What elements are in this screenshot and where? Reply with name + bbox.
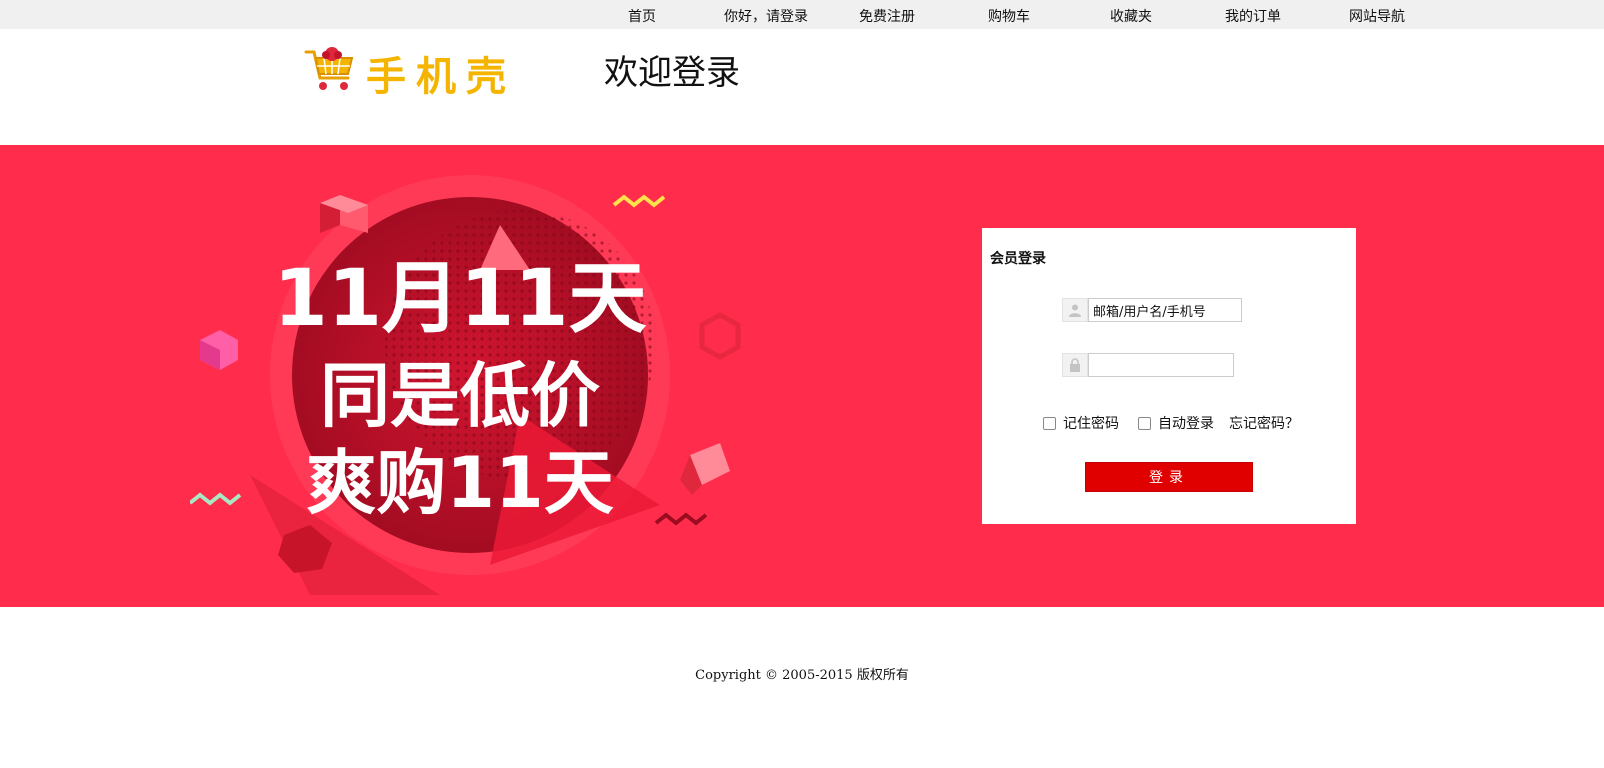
password-field[interactable] <box>1088 353 1234 377</box>
banner-line1: 11月11天 <box>273 254 646 344</box>
nav-favorites-link[interactable]: 收藏夹 <box>1110 6 1152 26</box>
username-field[interactable] <box>1088 298 1242 322</box>
footer-copyright: Copyright © 2005-2015 版权所有 <box>695 668 909 683</box>
auto-login-label: 自动登录 <box>1158 416 1214 432</box>
user-icon <box>1062 298 1088 322</box>
login-button[interactable]: 登录 <box>1085 462 1253 492</box>
banner-line2: 同是低价 <box>320 355 600 437</box>
username-input[interactable] <box>1089 299 1241 321</box>
site-logo[interactable]: 手机壳 <box>304 42 524 100</box>
promo-banner: 11月11天 同是低价 爽购11天 <box>0 145 1604 607</box>
top-bar: 首页 你好，请登录 免费注册 购物车 收藏夹 我的订单 网站导航 <box>0 0 1604 29</box>
login-title: 会员登录 <box>990 251 1046 267</box>
nav-home-link[interactable]: 首页 <box>628 6 656 26</box>
nav-register-link[interactable]: 免费注册 <box>859 6 915 26</box>
remember-label: 记住密码 <box>1063 416 1119 432</box>
shopping-cart-icon <box>304 47 354 90</box>
nav-orders-link[interactable]: 我的订单 <box>1225 6 1281 26</box>
auto-login-checkbox[interactable]: 自动登录 <box>1138 413 1214 433</box>
banner-line3: 爽购11天 <box>306 442 613 524</box>
nav-cart-link[interactable]: 购物车 <box>988 6 1030 26</box>
login-panel: 会员登录 记住密码 自动登录 忘记密码？ 登录 <box>982 228 1356 524</box>
lock-icon <box>1062 353 1088 377</box>
promo-graphic: 11月11天 同是低价 爽购11天 <box>190 175 741 595</box>
nav-sitemap-link[interactable]: 网站导航 <box>1349 6 1405 26</box>
remember-password-checkbox[interactable]: 记住密码 <box>1043 413 1119 433</box>
auto-login-checkbox-box[interactable] <box>1138 416 1151 430</box>
remember-checkbox-box[interactable] <box>1043 416 1056 430</box>
password-input[interactable] <box>1089 354 1233 376</box>
nav-login-link[interactable]: 你好，请登录 <box>724 6 808 26</box>
logo-text: 手机壳 <box>366 54 516 100</box>
forgot-password-link[interactable]: 忘记密码？ <box>1229 413 1299 433</box>
page-title: 欢迎登录 <box>604 53 740 93</box>
